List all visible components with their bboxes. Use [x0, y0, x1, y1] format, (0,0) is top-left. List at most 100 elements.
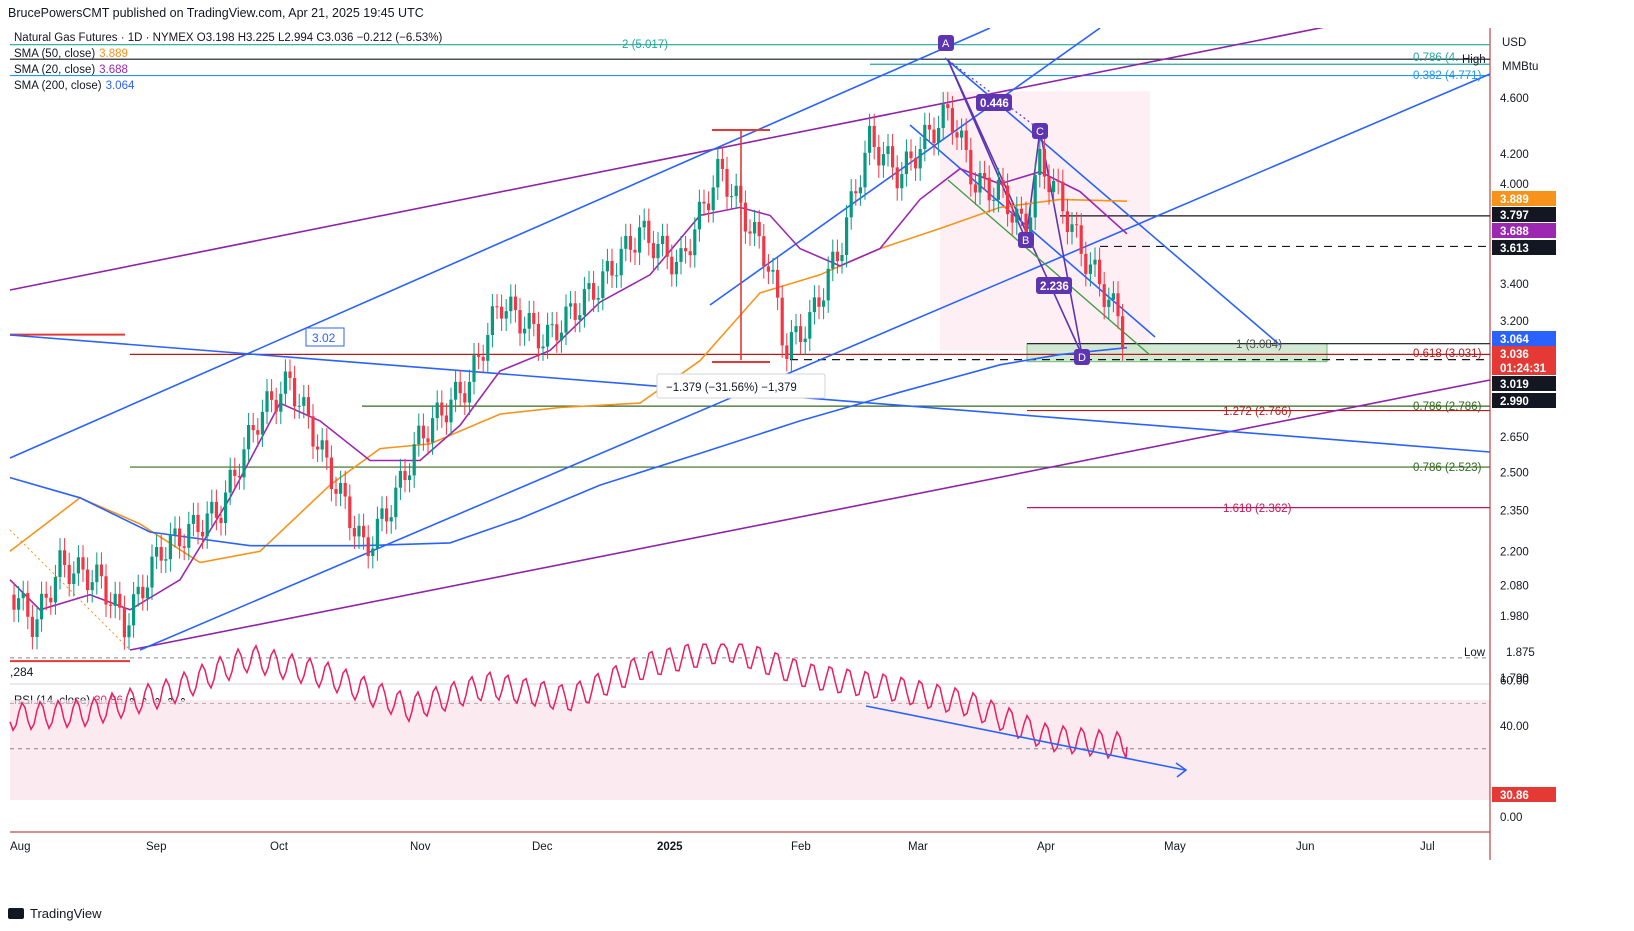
candle — [477, 355, 481, 357]
candle — [1010, 214, 1014, 223]
candle — [619, 248, 623, 276]
blue-channel-upper — [9, 28, 991, 459]
candle — [610, 260, 614, 276]
candle — [141, 586, 145, 599]
candle — [900, 174, 904, 189]
candle — [316, 446, 320, 450]
candle — [835, 251, 839, 262]
candle — [762, 236, 766, 267]
price-axis-label-text: 3.019 — [1500, 379, 1529, 391]
candle — [329, 457, 333, 490]
rsi-tick: 0.00 — [1500, 812, 1522, 824]
candle — [799, 326, 803, 343]
candle — [684, 248, 688, 252]
candle — [932, 129, 936, 144]
candle — [550, 324, 554, 326]
currency-label: USD — [1502, 37, 1526, 49]
time-tick: Mar — [908, 841, 928, 853]
candle — [601, 271, 605, 299]
candle — [541, 346, 545, 349]
candle — [187, 523, 191, 548]
candle — [950, 108, 954, 133]
rsi-tick: 60.00 — [1500, 676, 1529, 688]
candle — [642, 220, 646, 228]
fib-label: 1.618 (2.362) — [1223, 503, 1292, 515]
price-chart[interactable]: −1.379 (−31.56%) −1,379 3.02 ,284 A B C D 0.446… — [0, 28, 1634, 903]
candle — [279, 393, 283, 412]
candle — [1042, 148, 1046, 177]
candle — [44, 593, 48, 598]
candle — [914, 158, 918, 169]
candle — [964, 130, 968, 150]
candle — [697, 201, 701, 230]
candle — [458, 381, 462, 394]
candle — [343, 482, 347, 497]
candle — [362, 525, 366, 538]
candle — [1088, 264, 1092, 274]
candle — [205, 513, 209, 537]
high-label: High — [1462, 54, 1486, 66]
candle — [923, 124, 927, 149]
candle — [90, 582, 94, 591]
candle — [693, 229, 697, 256]
candle — [352, 528, 356, 537]
candle — [104, 576, 108, 605]
candle — [449, 399, 453, 423]
candle — [1015, 208, 1019, 223]
candle — [136, 586, 140, 595]
fib-label: 1 (3.084) — [1236, 339, 1282, 351]
harmonic-point-label: C — [1036, 126, 1044, 138]
candle — [168, 534, 172, 560]
time-tick: Jun — [1296, 841, 1315, 853]
candle — [877, 147, 881, 166]
price-axis-label-text: 30.86 — [1500, 790, 1529, 802]
candle — [587, 283, 591, 290]
candle — [219, 517, 223, 524]
candle — [886, 146, 890, 155]
candle — [311, 416, 315, 447]
candle — [513, 296, 517, 311]
candle — [454, 381, 458, 400]
candle — [122, 607, 126, 638]
fib-label: 2 (5.017) — [622, 39, 668, 51]
candle — [435, 402, 439, 419]
candle — [909, 151, 913, 159]
candle — [743, 202, 747, 232]
candle — [826, 268, 830, 301]
measure-label: −1.379 (−31.56%) −1,379 — [666, 382, 797, 394]
candle — [753, 221, 757, 234]
candle — [394, 487, 398, 518]
candle — [564, 306, 568, 333]
candle — [1093, 259, 1097, 265]
candle — [67, 564, 71, 585]
candle — [178, 528, 182, 547]
price-tick: 4.600 — [1500, 93, 1529, 105]
candle — [113, 593, 117, 606]
candle — [817, 297, 821, 307]
candle — [348, 496, 352, 529]
candle — [1047, 176, 1051, 193]
tradingview-logo-icon — [8, 908, 24, 919]
candle — [592, 283, 596, 300]
price-tick: 3.400 — [1500, 279, 1529, 291]
candle — [40, 593, 44, 620]
candle — [863, 152, 867, 188]
candle — [868, 125, 872, 153]
candle — [182, 546, 186, 548]
candle — [1001, 179, 1005, 186]
price-axis-label-text: 3.797 — [1500, 210, 1529, 222]
candle — [12, 594, 16, 610]
candle — [1033, 175, 1037, 218]
tradingview-logo[interactable]: TradingView — [8, 906, 102, 921]
candle — [918, 148, 922, 169]
candle — [605, 260, 609, 272]
candle — [633, 249, 637, 253]
candle — [716, 158, 720, 188]
candle — [707, 203, 711, 211]
candle — [1075, 224, 1079, 226]
candle — [665, 235, 669, 257]
candle — [283, 371, 287, 394]
candle — [76, 557, 80, 574]
candle — [840, 255, 844, 262]
candle — [670, 256, 674, 275]
